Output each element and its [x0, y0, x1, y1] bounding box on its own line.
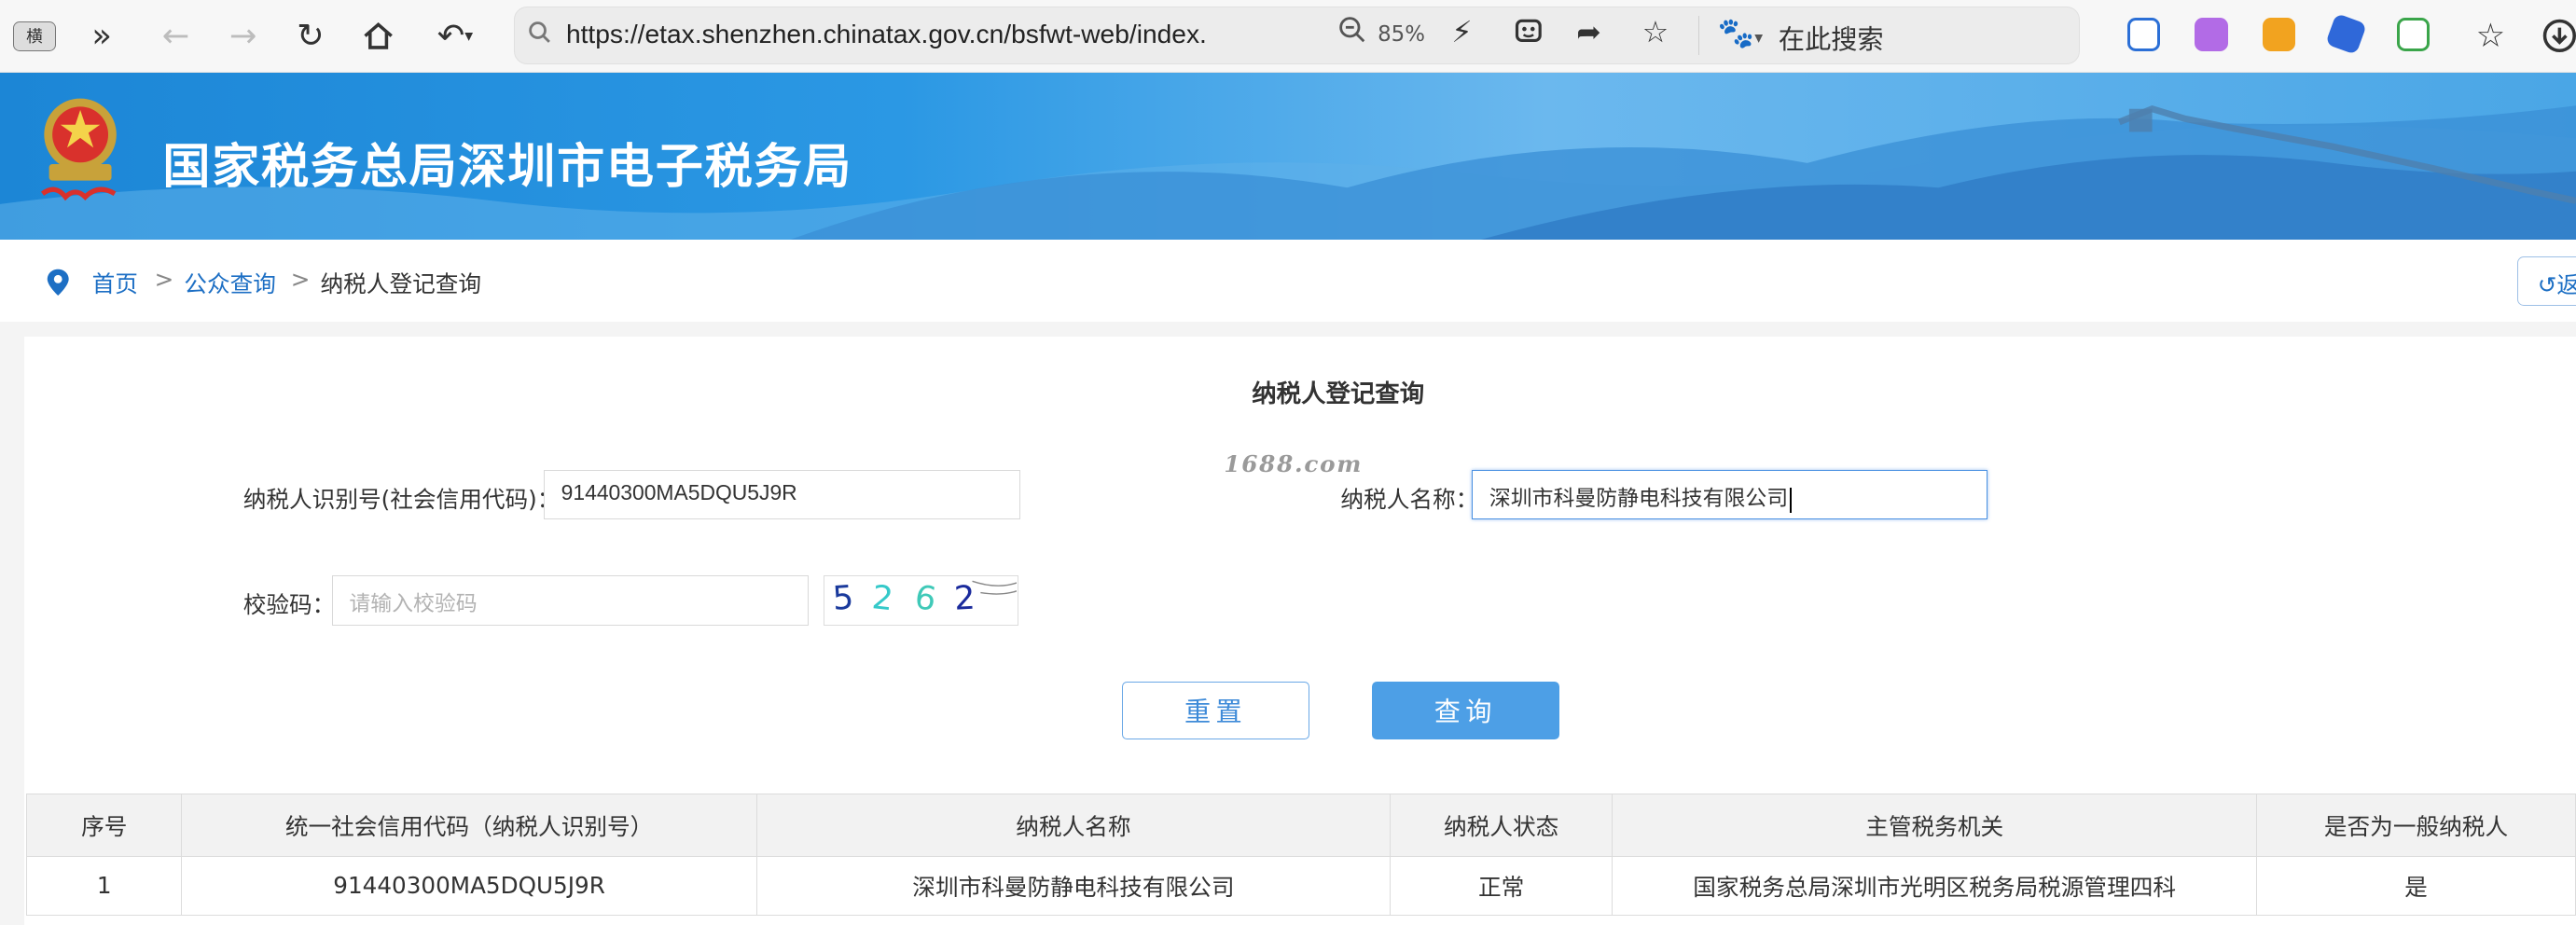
captcha-graphic: 5262: [831, 577, 1017, 619]
tab-toggle-label: 横: [26, 28, 43, 48]
undo-close-tab-icon[interactable]: ↶ ▾: [425, 13, 484, 59]
breadcrumb-public-query-link[interactable]: 公众查询: [184, 266, 276, 299]
zoom-out-icon[interactable]: [1338, 16, 1366, 51]
table-cell: 深圳市科曼防静电科技有限公司: [755, 855, 1391, 917]
captcha-character: 6: [911, 577, 938, 618]
translate-extension-icon[interactable]: [2127, 18, 2161, 51]
captcha-character: 2: [953, 578, 976, 617]
column-header: 统一社会信用代码（纳税人识别号）: [181, 793, 757, 857]
back-button[interactable]: ↺返: [2516, 255, 2576, 306]
table-row[interactable]: 1 91440300MA5DQU5J9R 深圳市科曼防静电科技有限公司 正常 国…: [26, 855, 2576, 917]
column-header: 是否为一般纳税人: [2255, 793, 2576, 857]
taxpayer-id-input[interactable]: 91440300MA5DQU5J9R: [544, 469, 1020, 519]
taxpayer-name-value: 深圳市科曼防静电科技有限公司: [1489, 486, 1789, 511]
watermark-text: 1688.com: [1224, 449, 1364, 477]
form-title: 纳税人登记查询: [1252, 379, 1425, 408]
taxpayer-name-input[interactable]: 深圳市科曼防静电科技有限公司: [1472, 469, 1988, 519]
column-header: 纳税人名称: [755, 793, 1391, 857]
reload-icon[interactable]: ↻: [287, 13, 333, 59]
bookmark-star-icon[interactable]: ☆: [1642, 16, 1669, 49]
back-arrow-icon[interactable]: ←: [153, 13, 199, 59]
table-cell: 91440300MA5DQU5J9R: [181, 855, 757, 917]
divider: [1697, 15, 1700, 56]
taxpayer-id-label: 纳税人识别号(社会信用代码)：: [242, 486, 561, 514]
captcha-label: 校验码：: [242, 590, 336, 618]
captcha-character: 5: [831, 578, 854, 617]
url-text[interactable]: https://etax.shenzhen.chinatax.gov.cn/bs…: [566, 19, 1207, 49]
double-chevron-icon[interactable]: »: [79, 13, 125, 59]
puzzle-extension-icon[interactable]: [2397, 18, 2431, 51]
zoom-level[interactable]: 85%: [1378, 22, 1425, 47]
table-cell: 国家税务总局深圳市光明区税务局税源管理四科: [1612, 855, 2257, 917]
results-table: 序号 统一社会信用代码（纳税人识别号） 纳税人名称 纳税人状态 主管税务机关 是…: [26, 793, 2576, 917]
highlighter-extension-icon[interactable]: [2324, 13, 2367, 56]
breadcrumb: 首页 > 公众查询 > 纳税人登记查询 ↺返: [0, 240, 2576, 323]
captcha-image[interactable]: 5262: [823, 574, 1019, 627]
text-caret: [1789, 488, 1792, 513]
search-icon: [528, 21, 554, 47]
column-header: 序号: [26, 793, 183, 857]
national-emblem-logo: [33, 89, 128, 216]
column-header: 纳税人状态: [1389, 793, 1613, 857]
column-header: 主管税务机关: [1612, 793, 2257, 857]
browser-toolbar: 横 » ← → ↻ ↶ ▾ https://etax.shenzhen.china…: [0, 0, 2576, 73]
captcha-character: 2: [870, 578, 895, 618]
breadcrumb-current: 纳税人登记查询: [320, 270, 482, 298]
baidu-paw-icon[interactable]: 🐾▾: [1718, 16, 1763, 50]
breadcrumb-separator: >: [154, 266, 174, 294]
table-cell: 正常: [1389, 855, 1613, 917]
table-cell: 是: [2255, 855, 2576, 917]
download-icon[interactable]: [2537, 13, 2576, 59]
breadcrumb-separator: >: [290, 266, 311, 294]
location-pin-icon: [46, 268, 70, 304]
search-engine-input[interactable]: 在此搜索: [1779, 19, 1884, 57]
lightning-icon[interactable]: ⚡: [1451, 16, 1472, 49]
robot-face-icon[interactable]: [1514, 16, 1544, 53]
favorites-star-icon[interactable]: ☆: [2468, 13, 2514, 59]
captcha-input[interactable]: 请输入校验码: [331, 574, 809, 627]
share-icon[interactable]: ➦: [1576, 16, 1601, 49]
query-button[interactable]: 查询: [1371, 682, 1559, 739]
reset-button[interactable]: 重置: [1122, 682, 1309, 739]
address-bar[interactable]: https://etax.shenzhen.chinatax.gov.cn/bs…: [514, 7, 2081, 64]
table-cell: 1: [26, 855, 183, 917]
tab-toggle-button[interactable]: 横: [13, 21, 56, 51]
site-title: 国家税务总局深圳市电子税务局: [162, 140, 853, 196]
breadcrumb-home-link[interactable]: 首页: [92, 266, 138, 299]
taxpayer-name-label: 纳税人名称：: [1340, 486, 1479, 514]
edit-extension-icon[interactable]: [2195, 18, 2228, 51]
table-header-row: 序号 统一社会信用代码（纳税人识别号） 纳税人名称 纳税人状态 主管税务机关 是…: [26, 793, 2576, 857]
home-icon[interactable]: [354, 13, 400, 59]
forward-arrow-icon[interactable]: →: [220, 13, 266, 59]
sync-extension-icon[interactable]: [2262, 18, 2295, 51]
site-banner: 国家税务总局深圳市电子税务局: [0, 72, 2576, 241]
